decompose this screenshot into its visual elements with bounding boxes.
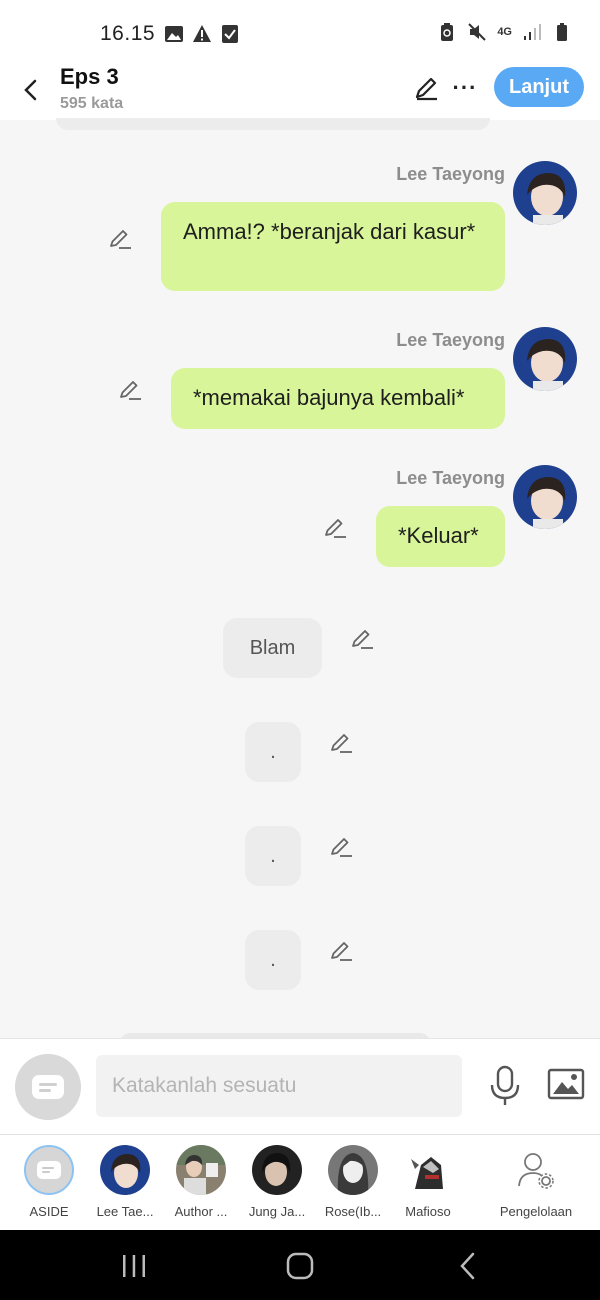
pencil-icon (331, 942, 352, 961)
battery-icon (557, 23, 567, 41)
character-name: ASIDE (29, 1204, 69, 1219)
character-jung[interactable]: Jung Ja... (240, 1145, 314, 1219)
recent-apps-button[interactable] (114, 1250, 154, 1282)
character-avatar-image (513, 161, 577, 225)
pencil-icon (110, 230, 131, 249)
avatar[interactable] (513, 465, 577, 529)
edit-message-button[interactable] (117, 377, 143, 403)
mute-icon (468, 23, 487, 41)
character-avatar (100, 1145, 150, 1195)
character-rose[interactable]: Rose(Ib... (316, 1145, 390, 1219)
character-name: Author ... (174, 1204, 228, 1219)
voice-input-button[interactable] (487, 1065, 523, 1107)
home-icon (286, 1252, 314, 1280)
sender-name: Lee Taeyong (396, 164, 505, 184)
warning-icon (193, 25, 211, 42)
attach-image-button[interactable] (547, 1067, 585, 1105)
system-navigation-bar (0, 1230, 600, 1300)
character-name: Lee Tae... (96, 1204, 154, 1219)
character-avatar-image (328, 1145, 378, 1195)
sender-name: Lee Taeyong (396, 330, 505, 350)
message-input[interactable] (96, 1055, 462, 1117)
previous-message-edge (56, 118, 490, 130)
character-selector: ASIDE Lee Tae... Author ... Jung Ja... R… (0, 1134, 600, 1230)
character-avatar (403, 1145, 453, 1195)
system-back-button[interactable] (448, 1250, 488, 1282)
back-arrow-icon (460, 1252, 475, 1280)
pencil-icon (352, 630, 373, 649)
message-composer (0, 1038, 600, 1134)
message-bubble[interactable]: Amma!? *beranjak dari kasur* (161, 202, 505, 291)
sender-name: Lee Taeyong (396, 468, 505, 488)
status-icons-right: 4G (437, 22, 572, 42)
signal-icon (524, 24, 541, 40)
home-button[interactable] (280, 1250, 320, 1282)
character-avatar-image (176, 1145, 226, 1195)
caption-bubble-icon (32, 1075, 64, 1099)
edit-message-button[interactable] (328, 730, 354, 756)
image-notification-icon (165, 26, 183, 42)
character-avatar (328, 1145, 378, 1195)
character-name: Pengelolaan (499, 1204, 573, 1219)
narration-bubble[interactable]: Blam (223, 618, 322, 678)
episode-title: Eps 3 (60, 64, 119, 89)
edit-message-button[interactable] (322, 515, 348, 541)
character-avatar-image (513, 327, 577, 391)
aside-toggle-button[interactable] (15, 1054, 81, 1120)
word-count: 595 kata (60, 95, 124, 112)
aside-avatar (24, 1145, 74, 1195)
checkbox-notification-icon (222, 25, 238, 43)
character-avatar (252, 1145, 302, 1195)
image-icon (547, 1068, 585, 1100)
edit-message-button[interactable] (349, 626, 375, 652)
pencil-icon (331, 838, 352, 857)
edit-message-button[interactable] (107, 226, 133, 252)
chevron-left-icon (24, 79, 37, 101)
message-bubble[interactable]: *memakai bajunya kembali* (171, 368, 505, 429)
pencil-icon (325, 519, 346, 538)
pencil-icon (331, 734, 352, 753)
edit-episode-button[interactable] (410, 72, 442, 104)
edit-message-button[interactable] (328, 834, 354, 860)
character-avatar-image (513, 465, 577, 529)
avatar[interactable] (513, 161, 577, 225)
manage-avatar (511, 1145, 561, 1195)
character-aside[interactable]: ASIDE (12, 1145, 86, 1219)
pencil-icon (415, 77, 437, 101)
next-button[interactable]: Lanjut (494, 67, 584, 107)
status-time: 16.15 (100, 22, 156, 45)
character-avatar-image (252, 1145, 302, 1195)
character-avatar-image (403, 1145, 453, 1195)
character-name: Mafioso (405, 1204, 451, 1219)
status-bar: 16.15 4G (0, 0, 600, 60)
message-bubble[interactable]: *Keluar* (376, 506, 505, 567)
narration-bubble[interactable]: . (245, 826, 301, 886)
back-button[interactable] (10, 70, 50, 110)
caption-bubble-icon (37, 1161, 61, 1179)
character-avatar (176, 1145, 226, 1195)
narration-bubble[interactable]: . (245, 722, 301, 782)
character-avatar-image (100, 1145, 150, 1195)
character-name: Rose(Ib... (324, 1204, 382, 1219)
manage-characters-button[interactable]: Pengelolaan (494, 1145, 578, 1219)
character-mafioso[interactable]: Mafioso (391, 1145, 465, 1219)
user-settings-icon (518, 1153, 554, 1189)
more-options-button[interactable]: ··· (449, 72, 481, 104)
narration-bubble[interactable]: . (245, 930, 301, 990)
character-name: Jung Ja... (248, 1204, 306, 1219)
character-lee-taeyong[interactable]: Lee Tae... (88, 1145, 162, 1219)
status-icons-left (164, 24, 240, 44)
edit-message-button[interactable] (328, 938, 354, 964)
network-type: 4G (497, 26, 512, 38)
recent-apps-icon (123, 1255, 145, 1277)
character-author[interactable]: Author ... (164, 1145, 238, 1219)
episode-header: Eps 3 595 kata ··· Lanjut (0, 60, 600, 120)
battery-saver-icon (441, 23, 454, 41)
microphone-icon (490, 1065, 520, 1105)
pencil-icon (120, 381, 141, 400)
avatar[interactable] (513, 327, 577, 391)
